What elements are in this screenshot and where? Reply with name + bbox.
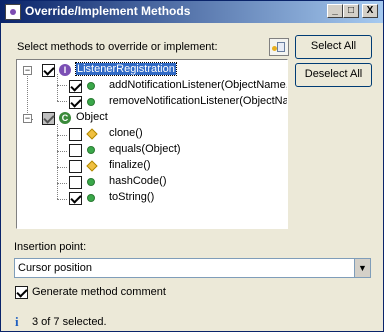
status-text: 3 of 7 selected. xyxy=(32,316,107,328)
tree-node-label: removeNotificationListener(ObjectNan xyxy=(109,95,288,107)
insertion-point-select[interactable]: Cursor position ▼ xyxy=(14,258,371,278)
checkbox-method[interactable] xyxy=(69,192,82,205)
title-bar[interactable]: Override/Implement Methods _ □ X xyxy=(1,1,383,23)
dialog-window: Override/Implement Methods _ □ X Select … xyxy=(0,0,384,332)
tree-node-label: equals(Object) xyxy=(109,143,181,155)
tree-node-label: hashCode() xyxy=(109,175,167,187)
checkbox-method[interactable] xyxy=(69,160,82,173)
tree-node-label: addNotificationListener(ObjectName, xyxy=(109,79,288,91)
info-icon: i xyxy=(15,314,19,329)
public-method-icon xyxy=(87,146,95,154)
sort-toggle-icon[interactable] xyxy=(269,38,289,56)
public-method-icon xyxy=(87,98,95,106)
checkbox-method[interactable] xyxy=(69,144,82,157)
methods-tree[interactable]: − I ListenerRegistration addNotification… xyxy=(16,59,288,229)
generate-comment-checkbox[interactable] xyxy=(15,286,28,299)
checkbox-method[interactable] xyxy=(69,96,82,109)
insertion-point-value: Cursor position xyxy=(18,262,92,274)
tree-node-label: toString() xyxy=(109,191,155,203)
protected-method-icon xyxy=(86,160,98,172)
insertion-point-label: Insertion point: xyxy=(14,241,87,253)
protected-method-icon xyxy=(86,128,98,140)
class-icon: C xyxy=(59,112,71,124)
tree-node-label: Object xyxy=(76,111,108,123)
interface-icon: I xyxy=(59,64,71,76)
checkbox-method[interactable] xyxy=(69,80,82,93)
maximize-button[interactable]: □ xyxy=(343,4,359,18)
checkbox-object[interactable] xyxy=(42,112,55,125)
tree-node-label: finalize() xyxy=(109,159,151,171)
tree-node-label: clone() xyxy=(109,127,143,139)
checkbox-method[interactable] xyxy=(69,128,82,141)
collapse-icon[interactable]: − xyxy=(23,66,32,75)
checkbox-method[interactable] xyxy=(69,176,82,189)
generate-comment-label: Generate method comment xyxy=(32,286,166,298)
deselect-all-button[interactable]: Deselect All xyxy=(295,63,372,87)
chevron-down-icon[interactable]: ▼ xyxy=(354,259,370,277)
eclipse-icon xyxy=(5,4,21,20)
public-method-icon xyxy=(87,178,95,186)
minimize-button[interactable]: _ xyxy=(327,4,343,18)
window-title: Override/Implement Methods xyxy=(25,4,191,18)
checkbox-listenerregistration[interactable] xyxy=(42,64,55,77)
collapse-icon[interactable]: − xyxy=(23,114,32,123)
select-all-button[interactable]: Select All xyxy=(295,35,372,59)
close-button[interactable]: X xyxy=(362,4,378,18)
public-method-icon xyxy=(87,82,95,90)
public-method-icon xyxy=(87,194,95,202)
tree-node-label: ListenerRegistration xyxy=(75,62,177,76)
prompt-label: Select methods to override or implement: xyxy=(17,41,218,53)
